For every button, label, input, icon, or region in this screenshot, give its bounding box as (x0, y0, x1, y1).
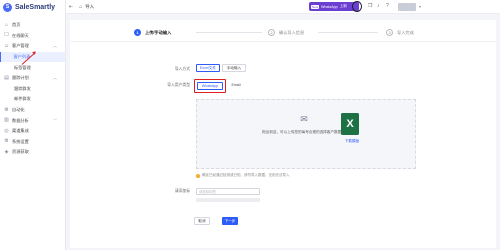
sidebar-item-label: 系统设置 (12, 138, 29, 144)
home-icon: ⌂ (4, 21, 9, 28)
tag-select[interactable]: 请选择标签 (196, 188, 260, 195)
download-template-link[interactable]: 下载模板 (334, 139, 370, 144)
chevron-down-icon: ﹀ (53, 117, 57, 123)
import-tip: ! 确定已经通过检测或已知，请勿导入数据，无则无法导入 (196, 173, 290, 178)
upload-hint: 拖出到这，可以上传您的每号合规的选择客户数据表文件 (262, 130, 352, 134)
step-number: 3 (386, 29, 393, 36)
sidebar-item-label: 数据分析 (12, 117, 29, 123)
step-upload: 1 上传/手动输入 (134, 29, 171, 36)
channel-icon: ◎ (4, 127, 9, 134)
sidebar-item-settings[interactable]: ⚙ 系统设置 (0, 137, 65, 148)
sidebar-item-label: 客户管理 (12, 43, 29, 49)
sidebar-item-label: 跟踪计划 (12, 75, 29, 81)
collapse-sidebar-icon[interactable]: ⇤ (69, 4, 73, 10)
tag-hint-bar (196, 198, 260, 202)
page-title: 导入 (85, 3, 95, 9)
step-label: 上传/手动输入 (145, 29, 172, 35)
template-download[interactable]: X 下载模板 (334, 99, 370, 169)
tip-text: 确定已经通过检测或已知，请勿导入数据，无则无法导入 (202, 173, 290, 177)
step-number: 2 (268, 29, 275, 36)
sidebar-item-label: 跟踪群发 (14, 85, 31, 91)
whatsapp-promo-suffix: 上新 (339, 4, 347, 8)
sidebar-item-tracking[interactable]: ▤ 跟踪计划 ︿ (0, 73, 65, 84)
plan-icon: ▤ (4, 74, 9, 81)
excel-icon: X (341, 113, 363, 135)
chat-icon: ☐ (4, 32, 9, 39)
sidebar-item-analytics[interactable]: ▥ 数据分析 ﹀ (0, 115, 65, 126)
sidebar-item-resources[interactable]: ◈ 资源获取 (0, 147, 65, 158)
step-connector (318, 32, 378, 33)
logo-icon: S (3, 2, 12, 12)
method-excel-button[interactable]: Excel文件 (196, 64, 220, 72)
bell-icon[interactable]: ♪ (377, 3, 380, 9)
sidebar-item-label: 渠道集成 (12, 128, 29, 134)
home-icon[interactable]: ⌂ (79, 4, 82, 10)
sidebar-item-email-broadcast[interactable]: 邮件群发 (0, 94, 65, 105)
sidebar-item-home[interactable]: ⌂ 首页 (0, 20, 65, 31)
sidebar-item-label: 自动化 (12, 107, 25, 113)
resource-icon: ◈ (4, 148, 9, 155)
sidebar-item-chat[interactable]: ☐ 在线聊天 (0, 31, 65, 42)
help-icon[interactable]: ? (386, 3, 389, 9)
cancel-button[interactable]: 取消 (194, 217, 210, 225)
users-icon: ☺ (4, 42, 10, 49)
sidebar-item-automation[interactable]: ⚙ 自动化 (0, 105, 65, 116)
new-badge: New (311, 4, 320, 9)
sidebar-item-label: 资源获取 (12, 149, 29, 155)
chevron-up-icon: ︿ (53, 43, 57, 49)
mail-icon: ✉ (300, 114, 308, 124)
sidebar-item-label: 标签管理 (14, 64, 31, 70)
sidebar-item-tags[interactable]: 标签管理 (0, 62, 65, 73)
step-label: 导入完成 (397, 29, 414, 35)
sidebar-item-channels[interactable]: ◎ 渠道集成 (0, 126, 65, 137)
annotation-circle (352, 1, 362, 12)
automation-icon: ⚙ (4, 106, 9, 113)
sidebar-item-label: 邮件群发 (14, 96, 31, 102)
step-connector (196, 32, 262, 33)
type-email-button[interactable]: Email (226, 82, 246, 90)
warning-icon: ! (196, 173, 200, 178)
chevron-down-icon[interactable]: ▾ (419, 4, 421, 9)
import-steps: 1 上传/手动输入 2 确认导入信息 3 导入完成 (70, 24, 496, 42)
user-type-label: 导入用户类型 (167, 83, 190, 87)
next-button[interactable]: 下一步 (222, 217, 238, 225)
whatsapp-promo-label: WhatsApp (321, 4, 338, 9)
step-complete: 3 导入完成 (386, 29, 414, 36)
chart-icon: ▥ (4, 117, 9, 124)
step-number: 1 (134, 29, 141, 36)
top-header: ⇤ ⌂ 导入 (66, 0, 500, 14)
brand-logo[interactable]: S SaleSmartly (0, 0, 65, 14)
settings-icon: ⚙ (4, 138, 9, 145)
file-drop-zone[interactable]: ✉ 拖出到这，可以上传您的每号合规的选择客户数据表文件 (196, 99, 416, 169)
tag-label: 请添加标 (174, 189, 190, 193)
gift-icon[interactable]: ❒ (368, 3, 372, 9)
chevron-up-icon: ︿ (53, 75, 57, 81)
sidebar-nav: ⌂ 首页 ☐ 在线聊天 ☺ 客户管理 ︿ 客户列表 标签管理 ▤ 跟踪计划 ︿ … (0, 20, 65, 158)
import-method-label: 导入方式 (174, 67, 190, 71)
sidebar-item-tracking-broadcast[interactable]: 跟踪群发 (0, 84, 65, 95)
sidebar-item-label: 首页 (12, 22, 21, 28)
method-manual-button[interactable]: 手动输入 (222, 64, 246, 72)
avatar[interactable] (398, 3, 416, 11)
step-label: 确认导入信息 (279, 29, 305, 35)
annotation-box (194, 79, 226, 93)
import-panel: 1 上传/手动输入 2 确认导入信息 3 导入完成 导入方式 Excel文件 手… (70, 20, 496, 248)
step-confirm: 2 确认导入信息 (268, 29, 304, 36)
sidebar: S SaleSmartly ⌂ 首页 ☐ 在线聊天 ☺ 客户管理 ︿ 客户列表 … (0, 0, 66, 250)
sidebar-item-label: 在线聊天 (12, 32, 29, 38)
brand-name: SaleSmartly (15, 3, 56, 11)
